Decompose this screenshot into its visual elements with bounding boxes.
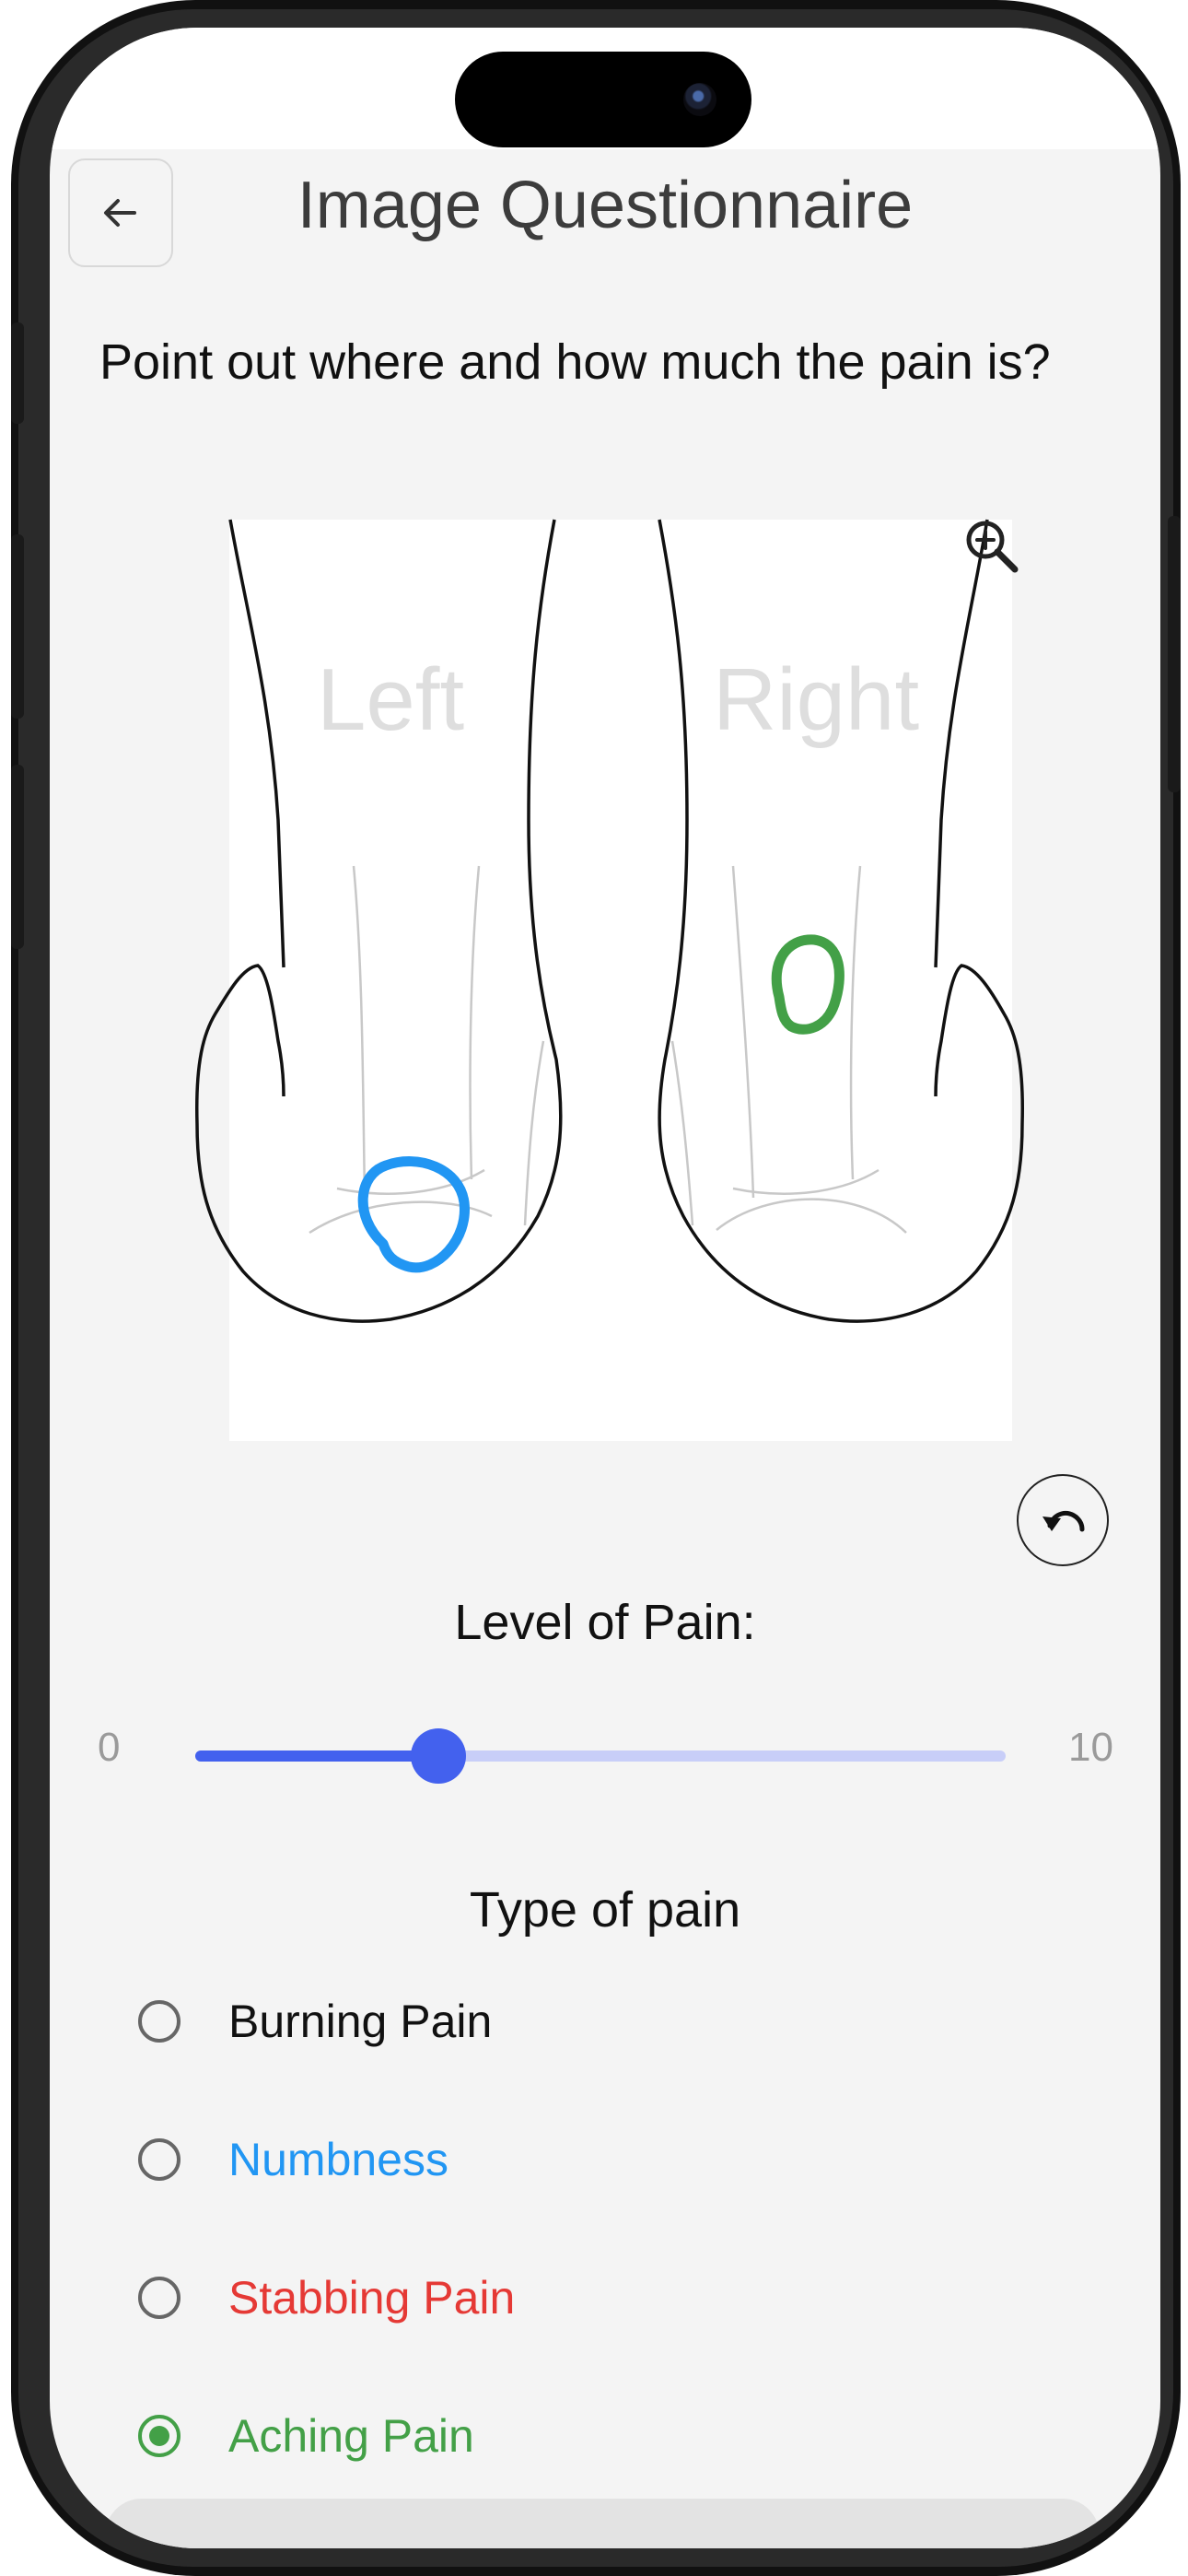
option-numbness[interactable]: Numbness [138, 2123, 448, 2196]
pain-scale-min: 0 [98, 1725, 121, 1770]
power-button [1168, 516, 1181, 792]
option-label: Burning Pain [228, 1996, 493, 2047]
volume-up-button [11, 534, 24, 719]
pain-level-slider-thumb[interactable] [411, 1728, 466, 1784]
radio-button[interactable] [138, 2000, 181, 2043]
undo-button[interactable] [1017, 1474, 1109, 1566]
pain-level-label: Level of Pain: [454, 1595, 756, 1650]
right-foot-label: Right [713, 650, 920, 749]
action-button [11, 322, 24, 424]
question-text: Point out where and how much the pain is… [99, 334, 1051, 390]
status-bar [50, 28, 1160, 149]
option-label: Numbness [228, 2134, 448, 2185]
phone-frame: Image Questionnaire Point out where and … [11, 0, 1181, 2576]
undo-icon [1042, 1510, 1085, 1532]
radio-button[interactable] [138, 2277, 181, 2319]
pain-level-slider-fill [195, 1751, 438, 1762]
zoom-in-icon[interactable] [961, 516, 1026, 580]
option-label: Aching Pain [228, 2410, 474, 2462]
feet-drawing-canvas[interactable]: Left Right [50, 488, 1160, 1474]
pain-type-label: Type of pain [469, 1882, 741, 1938]
dynamic-island [455, 52, 751, 147]
left-foot-label: Left [317, 650, 465, 749]
pain-scale-max: 10 [1068, 1725, 1113, 1770]
front-camera [683, 83, 716, 116]
app-screen: Image Questionnaire Point out where and … [50, 28, 1160, 2548]
feet-illustration [194, 519, 1025, 1441]
radio-button[interactable] [138, 2415, 181, 2457]
option-label: Stabbing Pain [228, 2272, 516, 2324]
pain-level-slider[interactable] [195, 1728, 1006, 1784]
page-title: Image Questionnaire [297, 169, 914, 242]
volume-down-button [11, 765, 24, 949]
option-aching-pain[interactable]: Aching Pain [138, 2399, 474, 2473]
radio-button[interactable] [138, 2138, 181, 2181]
option-burning-pain[interactable]: Burning Pain [138, 1985, 492, 2058]
bottom-action-bar[interactable] [105, 2499, 1100, 2548]
option-stabbing-pain[interactable]: Stabbing Pain [138, 2261, 515, 2335]
